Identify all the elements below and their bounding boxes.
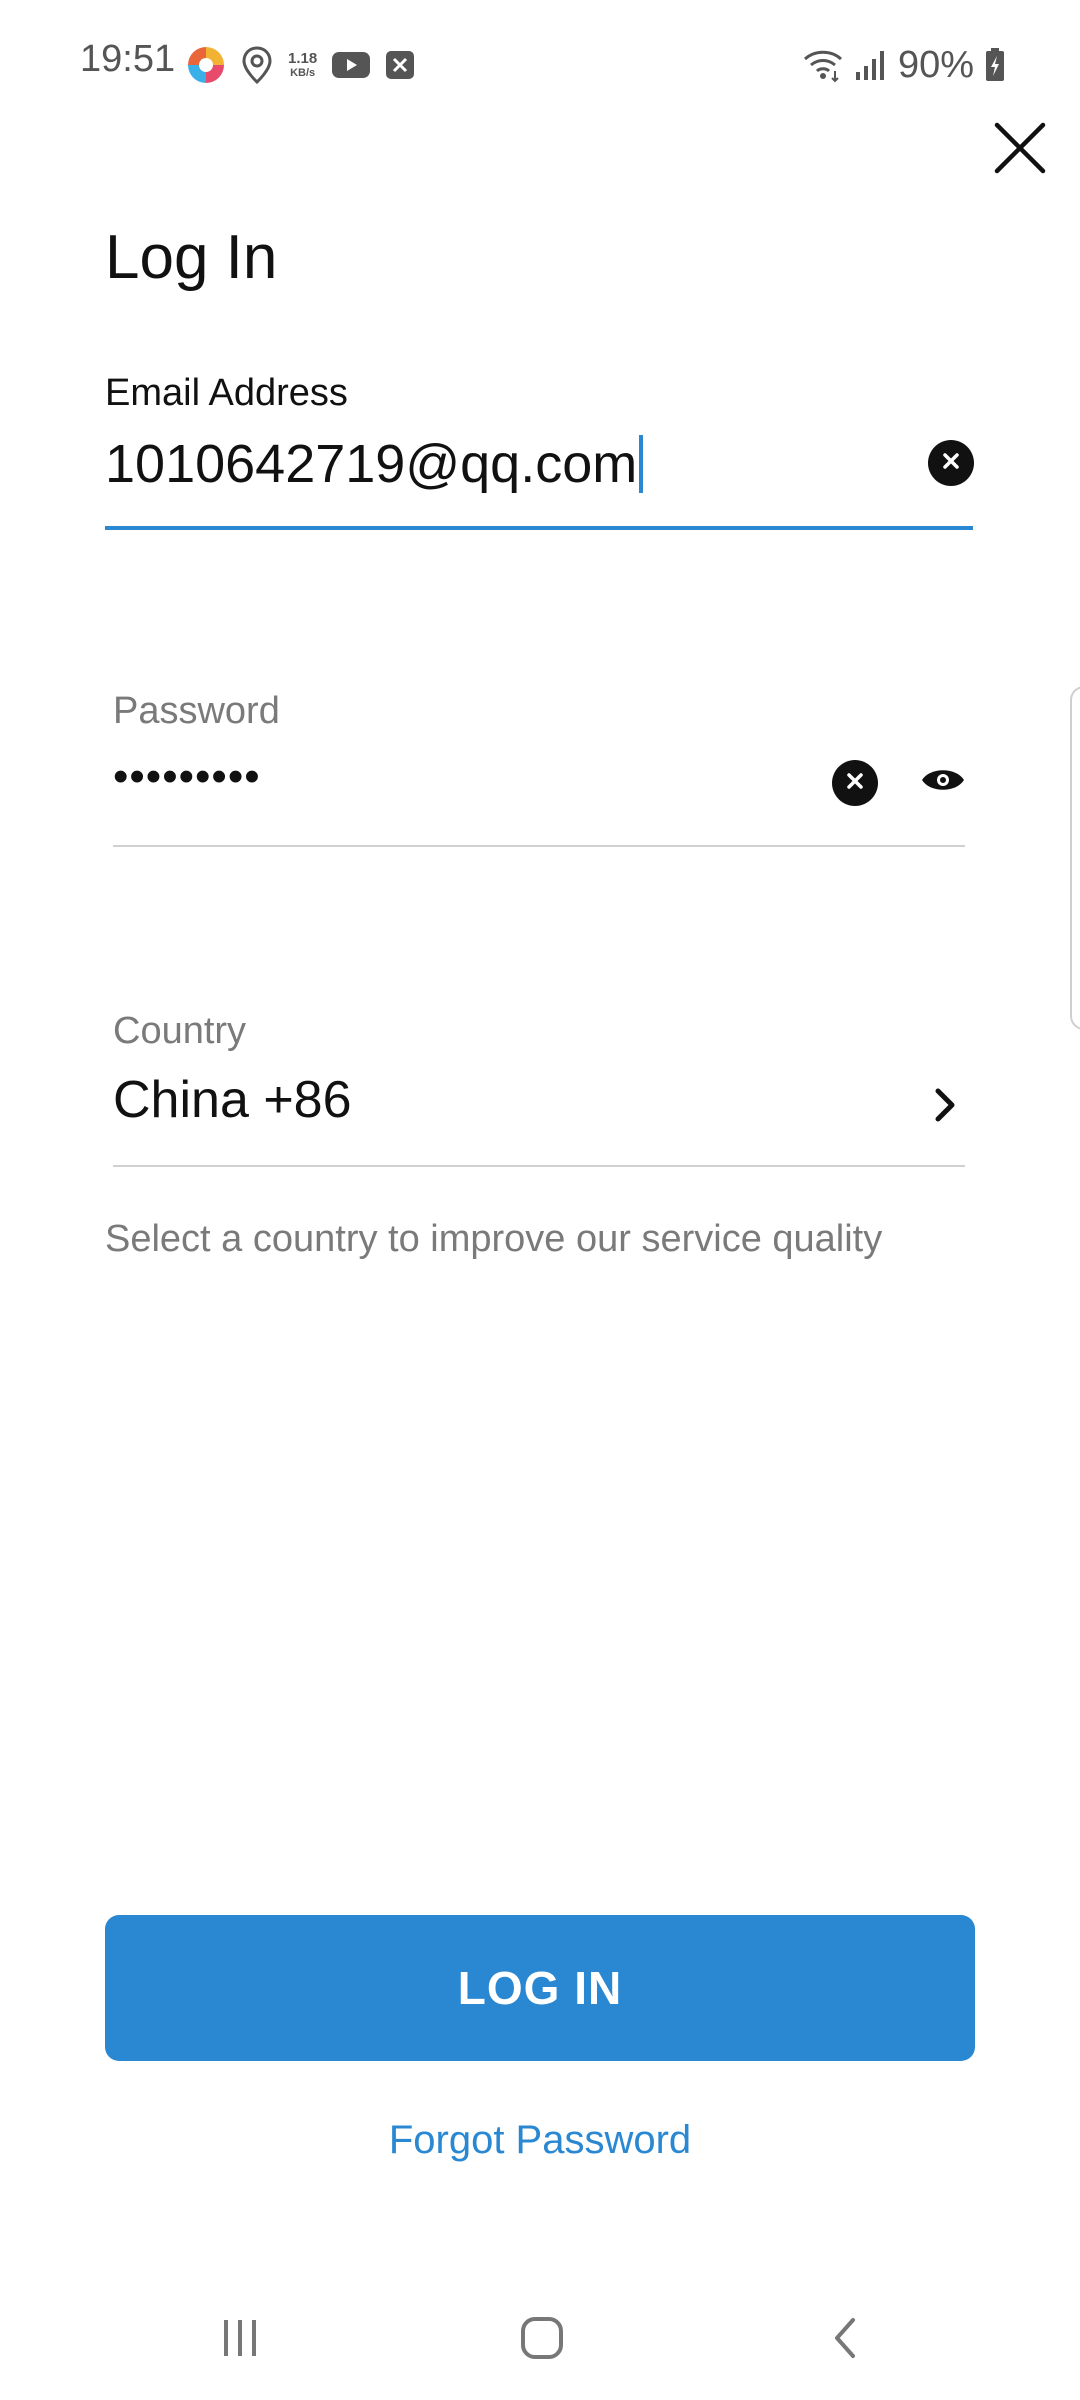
- page-title: Log In: [105, 223, 278, 292]
- status-icons-right: 90%: [802, 40, 1006, 90]
- show-password-button[interactable]: [918, 764, 968, 800]
- home-button[interactable]: [502, 2310, 582, 2370]
- password-underline: [113, 845, 965, 847]
- chevron-right-icon: [928, 1083, 964, 1127]
- back-button[interactable]: [804, 2310, 884, 2370]
- app-logo-icon: [186, 45, 226, 85]
- eye-icon: [920, 765, 966, 800]
- recents-icon: [218, 2318, 262, 2363]
- home-icon: [520, 2316, 564, 2365]
- forgot-password-link[interactable]: Forgot Password: [0, 2118, 1080, 2163]
- status-bar: 19:51 1.18 KB/s 90%: [0, 0, 1080, 124]
- login-button[interactable]: LOG IN: [105, 1915, 975, 2061]
- text-caret: [639, 435, 644, 493]
- clear-icon: [942, 452, 960, 475]
- location-icon: [240, 45, 274, 85]
- net-speed-value: 1.18: [288, 50, 318, 67]
- recents-button[interactable]: [200, 2310, 280, 2370]
- email-underline: [105, 526, 973, 530]
- password-label: Password: [113, 690, 280, 732]
- close-icon: [994, 122, 1046, 179]
- signal-icon: [854, 48, 888, 82]
- email-label: Email Address: [105, 372, 348, 414]
- edge-panel-handle[interactable]: [1070, 686, 1080, 1030]
- email-value: 1010642719@qq.com: [105, 434, 638, 494]
- country-label: Country: [113, 1010, 247, 1052]
- back-icon: [829, 2316, 859, 2365]
- status-icons-left: 1.18 KB/s: [186, 40, 415, 90]
- navigation-bar: [0, 2280, 1080, 2400]
- wifi-icon: [802, 47, 844, 83]
- notification-x-icon: [385, 50, 415, 80]
- youtube-icon: [331, 50, 371, 80]
- country-hint: Select a country to improve our service …: [105, 1218, 883, 1260]
- country-underline: [113, 1165, 965, 1167]
- battery-percentage: 90%: [897, 43, 974, 86]
- country-value: China +86: [113, 1071, 352, 1129]
- battery-charging-icon: [984, 47, 1006, 83]
- clear-email-button[interactable]: [928, 440, 974, 486]
- network-speed-icon: 1.18 KB/s: [288, 50, 318, 80]
- status-time: 19:51: [80, 38, 176, 80]
- email-field[interactable]: 1010642719@qq.com: [105, 428, 905, 500]
- password-field[interactable]: •••••••••: [113, 752, 261, 802]
- net-speed-unit: KB/s: [290, 67, 316, 79]
- clear-icon: [846, 772, 864, 795]
- close-button[interactable]: [985, 115, 1055, 185]
- clear-password-button[interactable]: [832, 760, 878, 806]
